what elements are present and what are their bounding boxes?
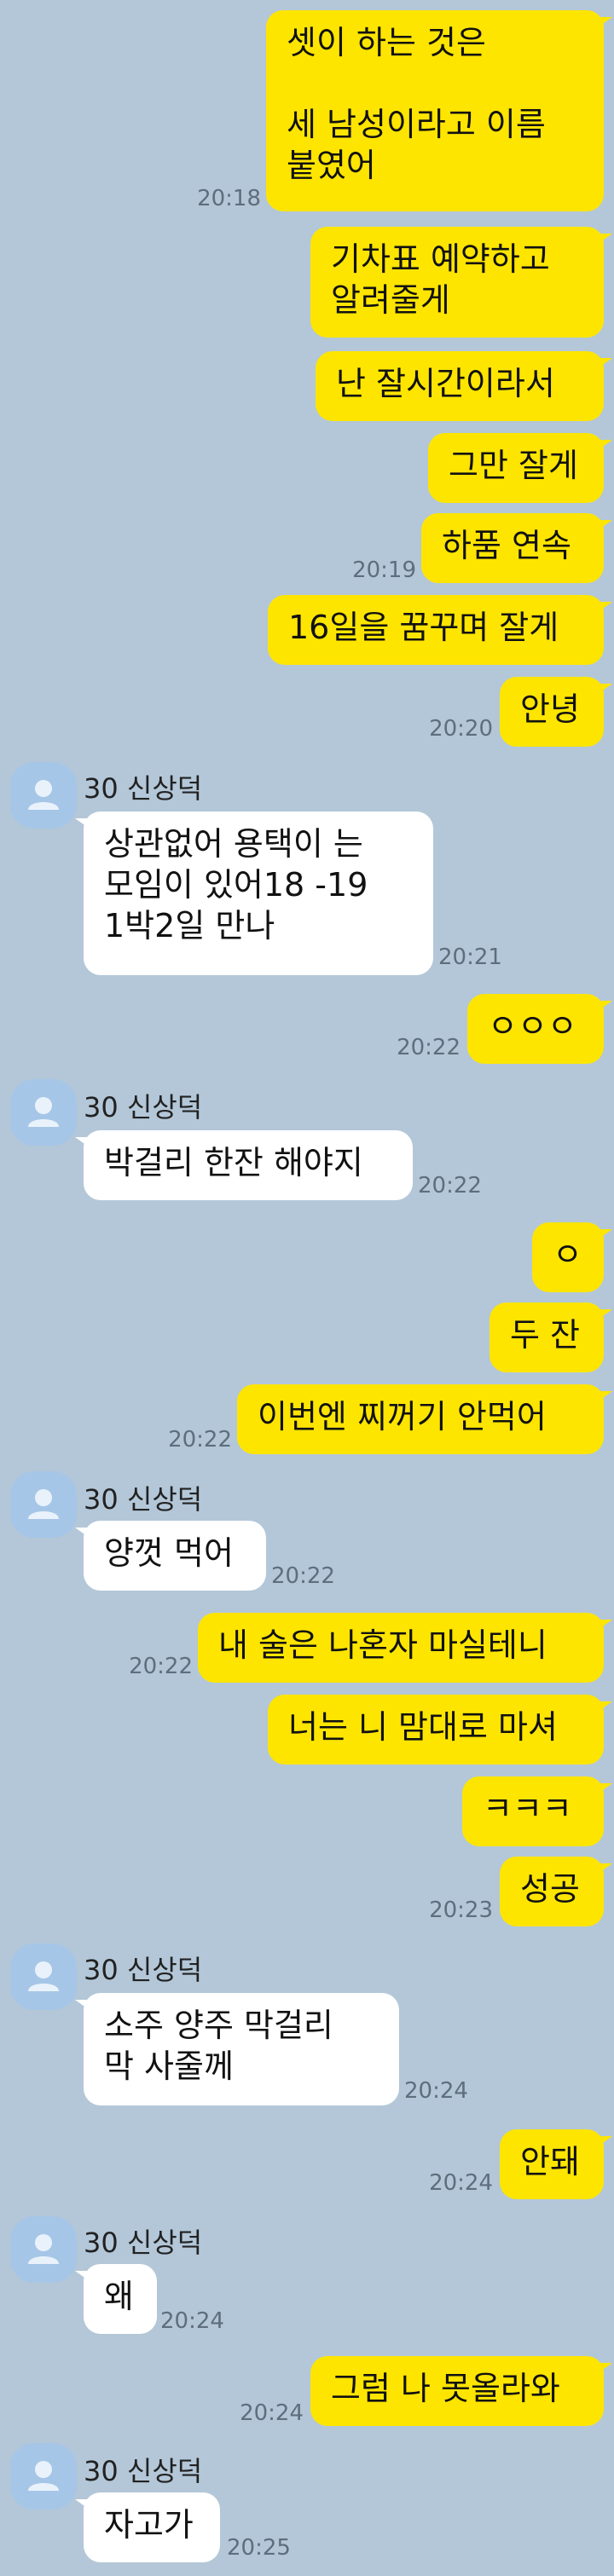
- default-profile-icon: [28, 1961, 59, 1991]
- default-profile-icon: [28, 1489, 59, 1519]
- default-profile-icon: [28, 1097, 59, 1127]
- message-time: 20:22: [271, 1563, 335, 1589]
- message-time: 20:22: [418, 1173, 482, 1198]
- contact-avatar[interactable]: [10, 1079, 77, 1146]
- message-text: 성공: [520, 1870, 580, 1908]
- message-text: 너는 니 맘대로 마셔: [288, 1708, 558, 1746]
- message-bubble[interactable]: ㅇㅇㅇ: [467, 994, 612, 1064]
- message-bubble[interactable]: 내 술은 나혼자 마실테니: [198, 1613, 612, 1683]
- sender-name: 30 신상덕: [84, 1954, 203, 1986]
- message-text: 안녕: [520, 690, 580, 728]
- contact-avatar[interactable]: [10, 1944, 77, 2010]
- message-text: 박걸리 한잔 해야지: [104, 1144, 363, 1181]
- contact-avatar[interactable]: [10, 2443, 77, 2510]
- default-profile-icon: [28, 2461, 59, 2491]
- message-time: 20:21: [438, 944, 502, 970]
- sender-name: 30 신상덕: [84, 1091, 203, 1123]
- message-text: 기차표 예약하고 알려줄게: [331, 240, 550, 319]
- message-bubble[interactable]: ㅇ: [532, 1222, 612, 1292]
- message-text: ㅇ: [553, 1236, 582, 1274]
- contact-avatar[interactable]: [10, 1471, 77, 1538]
- message-time: 20:22: [168, 1427, 232, 1453]
- message-time: 20:24: [160, 2308, 224, 2334]
- message-bubble[interactable]: 자고가: [75, 2492, 220, 2562]
- chat-room[interactable]: 셋이 하는 것은 세 남성이라고 이름 붙였어 20:18 기차표 예약하고 알…: [0, 0, 614, 2576]
- message-bubble[interactable]: 두 잔: [489, 1302, 612, 1372]
- message-bubble[interactable]: 그만 잘게: [428, 433, 612, 503]
- sender-name: 30 신상덕: [84, 1483, 203, 1516]
- message-time: 20:18: [197, 186, 261, 211]
- message-text: 이번엔 찌꺼기 안먹어: [258, 1398, 547, 1435]
- message-bubble[interactable]: 양껏 먹어: [75, 1521, 266, 1591]
- message-bubble[interactable]: 난 잘시간이라서: [316, 351, 612, 421]
- message-time: 20:22: [397, 1035, 460, 1060]
- message-text: 16일을 꿈꾸며 잘게: [288, 609, 559, 646]
- message-bubble[interactable]: 16일을 꿈꾸며 잘게: [268, 595, 612, 665]
- message-text: 그만 잘게: [449, 447, 578, 484]
- sender-name: 30 신상덕: [84, 2455, 203, 2487]
- message-text: 내 술은 나혼자 마실테니: [218, 1626, 547, 1664]
- message-bubble[interactable]: 너는 니 맘대로 마셔: [268, 1695, 612, 1765]
- message-bubble[interactable]: 안녕: [500, 677, 612, 747]
- message-bubble[interactable]: 이번엔 찌꺼기 안먹어: [237, 1384, 612, 1454]
- message-text: 하품 연속: [442, 527, 571, 564]
- message-bubble[interactable]: 기차표 예약하고 알려줄게: [310, 227, 612, 338]
- message-time: 20:22: [129, 1654, 193, 1679]
- message-text: 난 잘시간이라서: [336, 365, 555, 402]
- message-text: 두 잔: [510, 1316, 580, 1354]
- message-time: 20:19: [352, 557, 416, 583]
- default-profile-icon: [28, 780, 59, 810]
- contact-avatar[interactable]: [10, 762, 77, 829]
- message-bubble[interactable]: 안돼: [500, 2129, 612, 2199]
- default-profile-icon: [28, 2234, 59, 2264]
- sender-name: 30 신상덕: [84, 772, 203, 805]
- message-bubble[interactable]: ㅋㅋㅋ: [462, 1776, 612, 1846]
- message-time: 20:25: [227, 2535, 291, 2561]
- message-bubble[interactable]: 박걸리 한잔 해야지: [75, 1130, 413, 1200]
- message-text: ㅇㅇㅇ: [488, 1008, 577, 1045]
- contact-avatar[interactable]: [10, 2216, 77, 2283]
- message-bubble[interactable]: 그럼 나 못올라와: [310, 2356, 612, 2426]
- message-text: 왜: [104, 2278, 134, 2315]
- message-text: 안돼: [520, 2143, 580, 2180]
- message-text: 상관없어 용택이 는 모임이 있어18 -19 1박2일 만나: [104, 825, 368, 944]
- message-text: 소주 양주 막걸리 막 사줄께: [104, 2007, 333, 2085]
- message-bubble[interactable]: 상관없어 용택이 는 모임이 있어18 -19 1박2일 만나: [75, 811, 433, 975]
- message-text: 자고가: [104, 2506, 194, 2544]
- message-time: 20:20: [429, 716, 493, 742]
- message-text: ㅋㅋㅋ: [483, 1790, 572, 1828]
- sender-name: 30 신상덕: [84, 2227, 203, 2259]
- message-time: 20:24: [404, 2078, 468, 2104]
- message-bubble[interactable]: 성공: [500, 1857, 612, 1926]
- message-bubble[interactable]: 왜: [75, 2264, 157, 2334]
- message-time: 20:24: [240, 2400, 304, 2426]
- message-time: 20:23: [429, 1897, 493, 1923]
- message-text: 셋이 하는 것은 세 남성이라고 이름 붙였어: [287, 24, 546, 184]
- message-text: 그럼 나 못올라와: [331, 2370, 560, 2407]
- message-time: 20:24: [429, 2170, 493, 2196]
- message-bubble[interactable]: 셋이 하는 것은 세 남성이라고 이름 붙였어: [266, 10, 612, 211]
- message-bubble[interactable]: 소주 양주 막걸리 막 사줄께: [75, 1993, 399, 2105]
- message-text: 양껏 먹어: [104, 1534, 234, 1572]
- message-bubble[interactable]: 하품 연속: [421, 513, 612, 583]
